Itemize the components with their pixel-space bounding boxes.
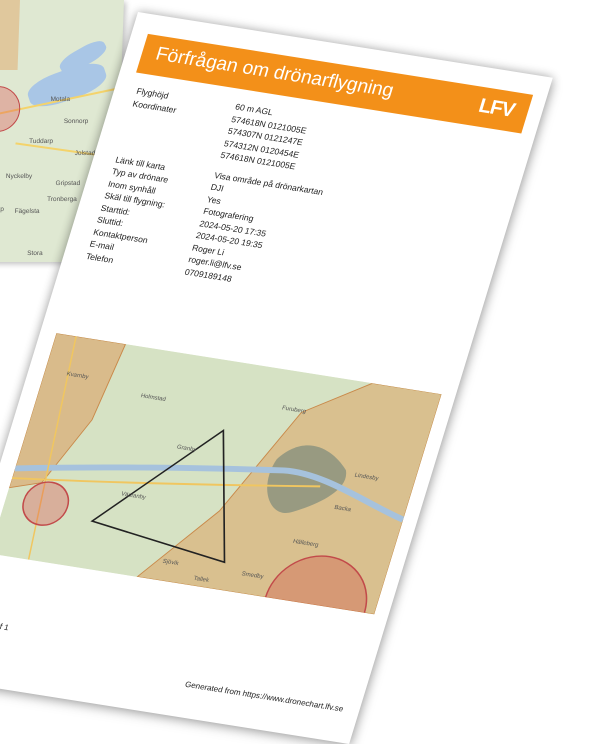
flight-area-map: Kvarnby Holmstad Furuberg Lindesby Hälle… xyxy=(0,333,442,615)
map-label: Jolstad xyxy=(74,150,96,157)
map-label: Tuddarp xyxy=(28,138,54,145)
lfv-logo: LFV xyxy=(476,94,517,122)
map-label: Motala xyxy=(50,96,71,103)
map-label: Gripstad xyxy=(55,180,81,187)
map-label: torp xyxy=(0,206,5,213)
map-label: Fägelsta xyxy=(14,208,40,215)
map-label: Nyckelby xyxy=(5,173,33,180)
map-label: Stora xyxy=(27,250,43,257)
map-graphic: Kvarnby Holmstad Furuberg Lindesby Hälle… xyxy=(0,333,442,615)
map-label: Tronberga xyxy=(46,196,77,203)
map-label: Sonnorp xyxy=(63,118,89,125)
page-number: Page 1 of 1 xyxy=(0,617,10,633)
restricted-circle xyxy=(0,86,21,132)
generated-footer: Generated from https://www.dronechart.lf… xyxy=(183,679,345,714)
restricted-area xyxy=(0,0,21,70)
